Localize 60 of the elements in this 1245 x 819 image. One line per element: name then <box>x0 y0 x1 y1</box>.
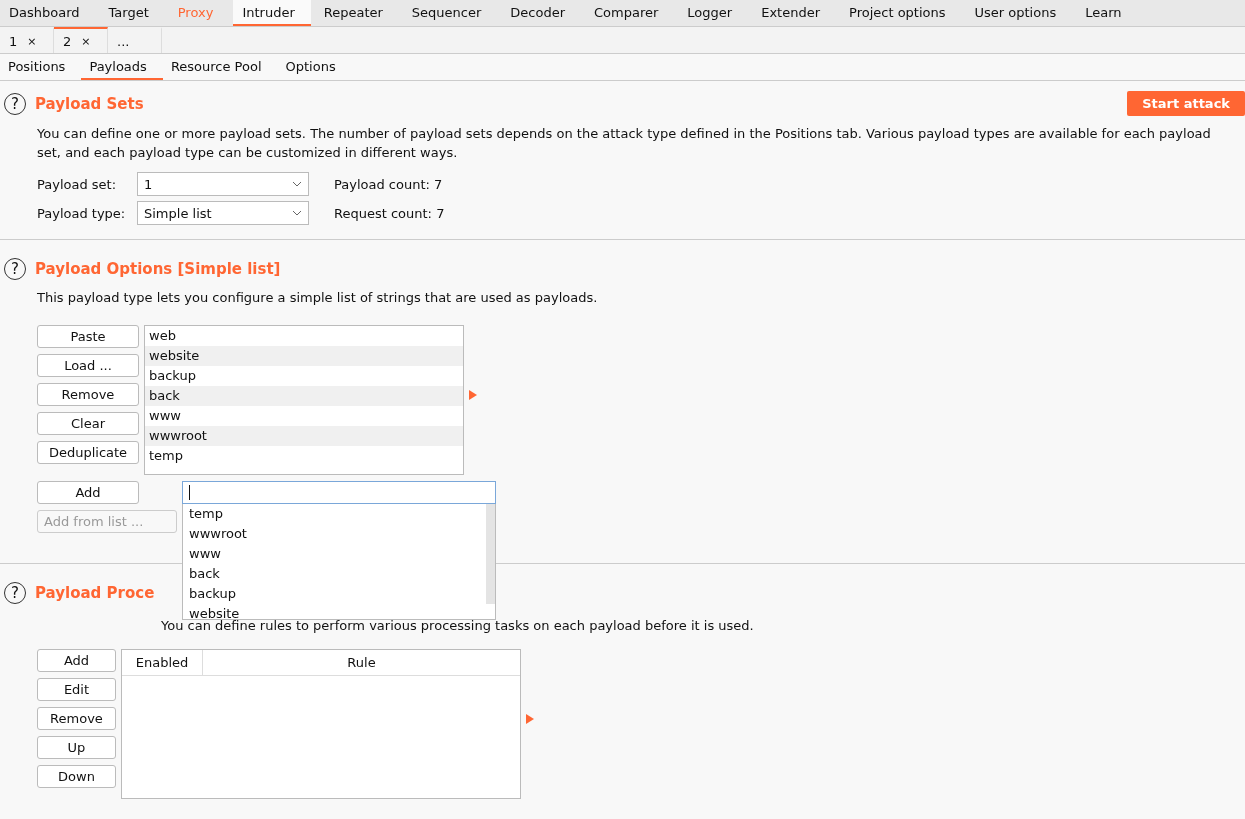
list-action-button[interactable]: Deduplicate <box>37 441 139 464</box>
add-input-field[interactable] <box>182 481 496 504</box>
rule-action-button[interactable]: Remove <box>37 707 116 730</box>
field-label: Payload set: <box>37 176 118 192</box>
column-header[interactable]: Enabled <box>122 650 203 675</box>
sub-tab[interactable]: Positions <box>0 54 82 80</box>
main-tab[interactable]: Dashboard <box>0 0 96 26</box>
scrollbar[interactable] <box>486 504 495 604</box>
column-header[interactable]: Rule <box>203 650 520 675</box>
rule-action-button[interactable]: Edit <box>37 678 116 701</box>
list-action-button[interactable]: Clear <box>37 412 139 435</box>
count-label: Payload count: 7 <box>334 176 443 192</box>
list-item[interactable]: wwwroot <box>145 426 463 446</box>
main-tab[interactable]: User options <box>965 0 1073 26</box>
rule-action-button[interactable]: Add <box>37 649 116 672</box>
suggestion-item[interactable]: temp <box>183 504 486 524</box>
main-tab[interactable]: Logger <box>678 0 749 26</box>
add-button[interactable]: Add <box>37 481 139 504</box>
section-description: You can define rules to perform various processing tasks on each payload before it is used. <box>161 618 755 635</box>
main-tab[interactable]: Target <box>99 0 165 26</box>
chevron-down-icon <box>292 210 302 216</box>
list-item[interactable]: back <box>145 386 463 406</box>
suggestion-item[interactable]: www <box>183 544 486 564</box>
payload-list[interactable]: web website backup back www wwwroot temp <box>144 325 464 475</box>
suggestion-item[interactable]: backup <box>183 584 486 604</box>
list-action-button[interactable]: Remove <box>37 383 139 406</box>
main-tab[interactable]: Sequencer <box>402 0 498 26</box>
sub-tab[interactable]: Payloads <box>81 54 163 80</box>
close-icon[interactable]: × <box>27 34 37 48</box>
main-tab[interactable]: Project options <box>840 0 962 26</box>
list-action-button[interactable]: Paste <box>37 325 139 348</box>
section-title: Payload Proce <box>35 584 155 602</box>
field-label: Payload type: <box>37 205 127 221</box>
close-icon[interactable]: × <box>81 34 91 48</box>
section-title: Payload Sets <box>35 94 144 113</box>
section-description: You can define one or more payload sets. The number of payload sets depends on the attack type defined in the Positions tab. Various payload types are available for each payload set, and each payload type can be customized in different ways. <box>37 125 1212 162</box>
suggestion-item[interactable]: wwwroot <box>183 524 486 544</box>
count-label: Request count: 7 <box>334 205 445 221</box>
sub-tab[interactable]: Resource Pool <box>162 54 278 80</box>
rule-action-button[interactable]: Up <box>37 736 116 759</box>
expand-arrow-icon[interactable] <box>469 390 477 400</box>
main-tab[interactable]: Comparer <box>585 0 675 26</box>
request-tab[interactable]: 1 × <box>0 27 54 53</box>
list-action-button[interactable]: Load ... <box>37 354 139 377</box>
suggestion-item[interactable]: back <box>183 564 486 584</box>
sub-tab[interactable]: Options <box>277 54 352 80</box>
dropdown[interactable]: Simple list <box>137 201 309 225</box>
rule-action-button[interactable]: Down <box>37 765 116 788</box>
dropdown[interactable]: 1 <box>137 172 309 196</box>
section-description: This payload type lets you configure a simple list of strings that are used as payloads. <box>37 289 599 307</box>
main-tab[interactable]: Intruder <box>233 0 311 26</box>
main-tab[interactable]: Extender <box>752 0 837 26</box>
expand-arrow-icon[interactable] <box>526 714 534 724</box>
section-title: Payload Options [Simple list] <box>35 260 281 278</box>
list-item[interactable]: website <box>145 346 463 366</box>
main-tab[interactable]: Decoder <box>501 0 582 26</box>
chevron-down-icon <box>292 181 302 187</box>
main-tab[interactable]: Learn <box>1076 0 1138 26</box>
new-tab-button[interactable]: ... <box>108 27 162 53</box>
main-tab[interactable]: Repeater <box>314 0 399 26</box>
